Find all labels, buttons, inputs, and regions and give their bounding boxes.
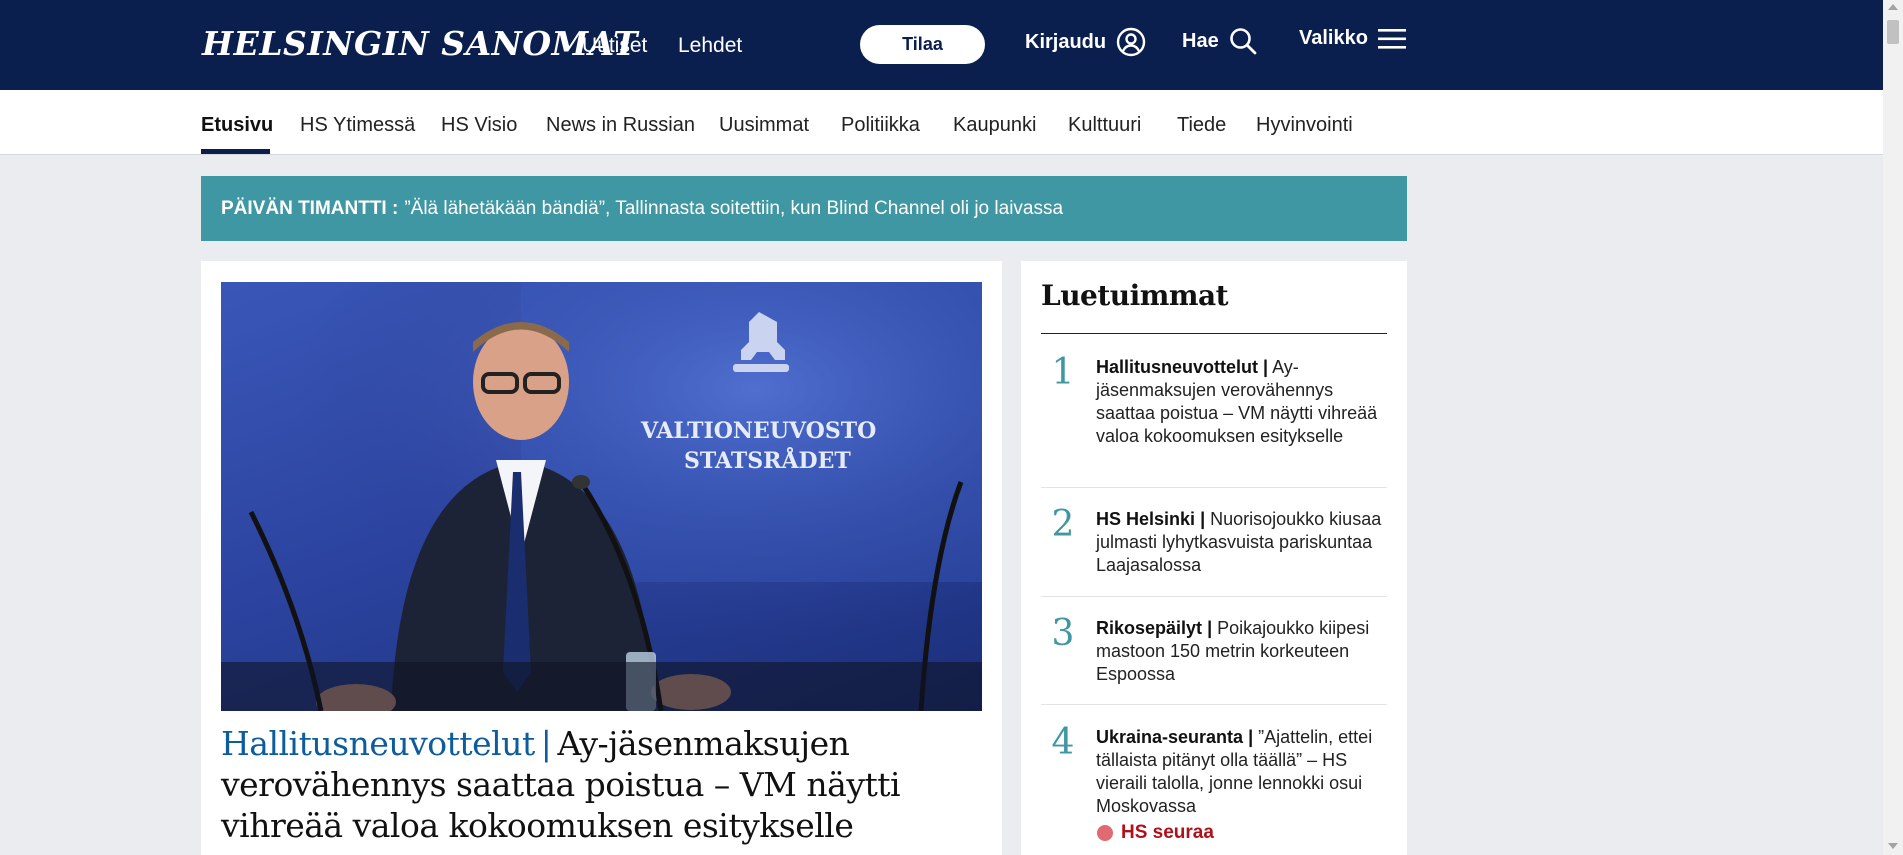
nav-item-kulttuuri[interactable]: Kulttuuri bbox=[1068, 114, 1141, 137]
most-read-separator: | bbox=[1200, 509, 1206, 529]
nav-item-hs-visio[interactable]: HS Visio bbox=[441, 114, 517, 137]
nav-item-kaupunki[interactable]: Kaupunki bbox=[953, 114, 1036, 137]
article-hero-image[interactable]: VALTIONEUVOSTO STATSRÅDET bbox=[221, 282, 982, 711]
scrollbar-thumb[interactable] bbox=[1887, 20, 1899, 44]
most-read-separator: | bbox=[1207, 618, 1213, 638]
most-read-title: Luetuimmat bbox=[1041, 279, 1229, 312]
active-nav-indicator bbox=[201, 149, 270, 154]
banner-kicker: PÄIVÄN TIMANTTI : bbox=[221, 197, 399, 219]
search-icon bbox=[1229, 27, 1257, 55]
most-read-rank: 4 bbox=[1051, 722, 1075, 763]
page-scrollbar[interactable] bbox=[1883, 0, 1903, 855]
most-read-item-1[interactable]: 1 Hallitusneuvottelut | Ay-jäsenmaksujen… bbox=[1041, 352, 1387, 466]
hamburger-icon bbox=[1377, 28, 1406, 50]
live-dot-icon bbox=[1097, 825, 1113, 841]
nav-item-politiikka[interactable]: Politiikka bbox=[841, 114, 920, 137]
most-read-rank: 3 bbox=[1051, 613, 1075, 654]
most-read-divider bbox=[1041, 596, 1387, 597]
scroll-up-arrow-icon[interactable] bbox=[1888, 4, 1898, 10]
user-circle-icon bbox=[1116, 27, 1146, 57]
banner-text: ”Älä lähetäkään bändiä”, Tallinnasta soi… bbox=[404, 197, 1064, 219]
top-header: HELSINGIN SANOMAT Uutiset Lehdet Tilaa K… bbox=[0, 0, 1883, 90]
nav-item-news-in-russian[interactable]: News in Russian bbox=[546, 114, 695, 137]
nav-item-uusimmat[interactable]: Uusimmat bbox=[719, 114, 809, 137]
most-read-separator: | bbox=[1248, 727, 1254, 747]
most-read-item-4[interactable]: 4 Ukraina-seuranta | ”Ajattelin, ettei t… bbox=[1041, 722, 1387, 826]
nav-item-tiede[interactable]: Tiede bbox=[1177, 114, 1226, 137]
search-label: Hae bbox=[1182, 29, 1219, 52]
image-sign-line-2: STATSRÅDET bbox=[684, 447, 851, 474]
most-read-panel: Luetuimmat 1 Hallitusneuvottelut | Ay-jä… bbox=[1021, 261, 1407, 855]
menu-button[interactable]: Valikko bbox=[1299, 27, 1406, 50]
most-read-rank: 2 bbox=[1051, 504, 1075, 545]
menu-label: Valikko bbox=[1299, 27, 1368, 49]
search-button[interactable]: Hae bbox=[1182, 27, 1257, 55]
most-read-kicker: Hallitusneuvottelut bbox=[1096, 357, 1259, 377]
site-logo[interactable]: HELSINGIN SANOMAT bbox=[202, 24, 638, 63]
most-read-rule bbox=[1041, 333, 1387, 334]
hs-follow-link[interactable]: HS seuraa bbox=[1097, 822, 1214, 844]
nav-item-hyvinvointi[interactable]: Hyvinvointi bbox=[1256, 114, 1353, 137]
most-read-kicker: Rikosepäilyt bbox=[1096, 618, 1203, 638]
hs-follow-label: HS seuraa bbox=[1121, 822, 1214, 843]
most-read-divider bbox=[1041, 487, 1387, 488]
section-nav: Etusivu HS Ytimessä HS Visio News in Rus… bbox=[0, 90, 1883, 155]
subscribe-button[interactable]: Tilaa bbox=[860, 25, 985, 64]
most-read-kicker: Ukraina-seuranta bbox=[1096, 727, 1244, 747]
daily-highlight-banner[interactable]: PÄIVÄN TIMANTTI : ”Älä lähetäkään bändiä… bbox=[201, 176, 1407, 241]
login-button[interactable]: Kirjaudu bbox=[1025, 27, 1146, 57]
main-article-card: VALTIONEUVOSTO STATSRÅDET Hallitusneuvot… bbox=[201, 261, 1002, 855]
main-article-kicker: Hallitusneuvottelut bbox=[221, 724, 535, 763]
nav-item-hs-ytimessa[interactable]: HS Ytimessä bbox=[300, 114, 415, 137]
most-read-separator: | bbox=[1263, 357, 1269, 377]
nav-item-etusivu[interactable]: Etusivu bbox=[201, 114, 273, 137]
main-article-separator: | bbox=[540, 724, 552, 763]
scroll-down-arrow-icon[interactable] bbox=[1888, 843, 1898, 849]
most-read-item-3[interactable]: 3 Rikosepäilyt | Poikajoukko kiipesi mas… bbox=[1041, 613, 1387, 697]
most-read-item-2[interactable]: 2 HS Helsinki | Nuorisojoukko kiusaa jul… bbox=[1041, 504, 1387, 588]
header-link-lehdet[interactable]: Lehdet bbox=[678, 34, 742, 58]
most-read-divider bbox=[1041, 704, 1387, 705]
main-article-headline[interactable]: Hallitusneuvottelut | Ay-jäsenmaksujen ver… bbox=[221, 723, 982, 846]
most-read-kicker: HS Helsinki bbox=[1096, 509, 1196, 529]
header-link-uutiset[interactable]: Uutiset bbox=[582, 34, 647, 58]
login-label: Kirjaudu bbox=[1025, 30, 1107, 53]
image-sign-line-1: VALTIONEUVOSTO bbox=[640, 418, 876, 444]
most-read-rank: 1 bbox=[1051, 352, 1075, 393]
